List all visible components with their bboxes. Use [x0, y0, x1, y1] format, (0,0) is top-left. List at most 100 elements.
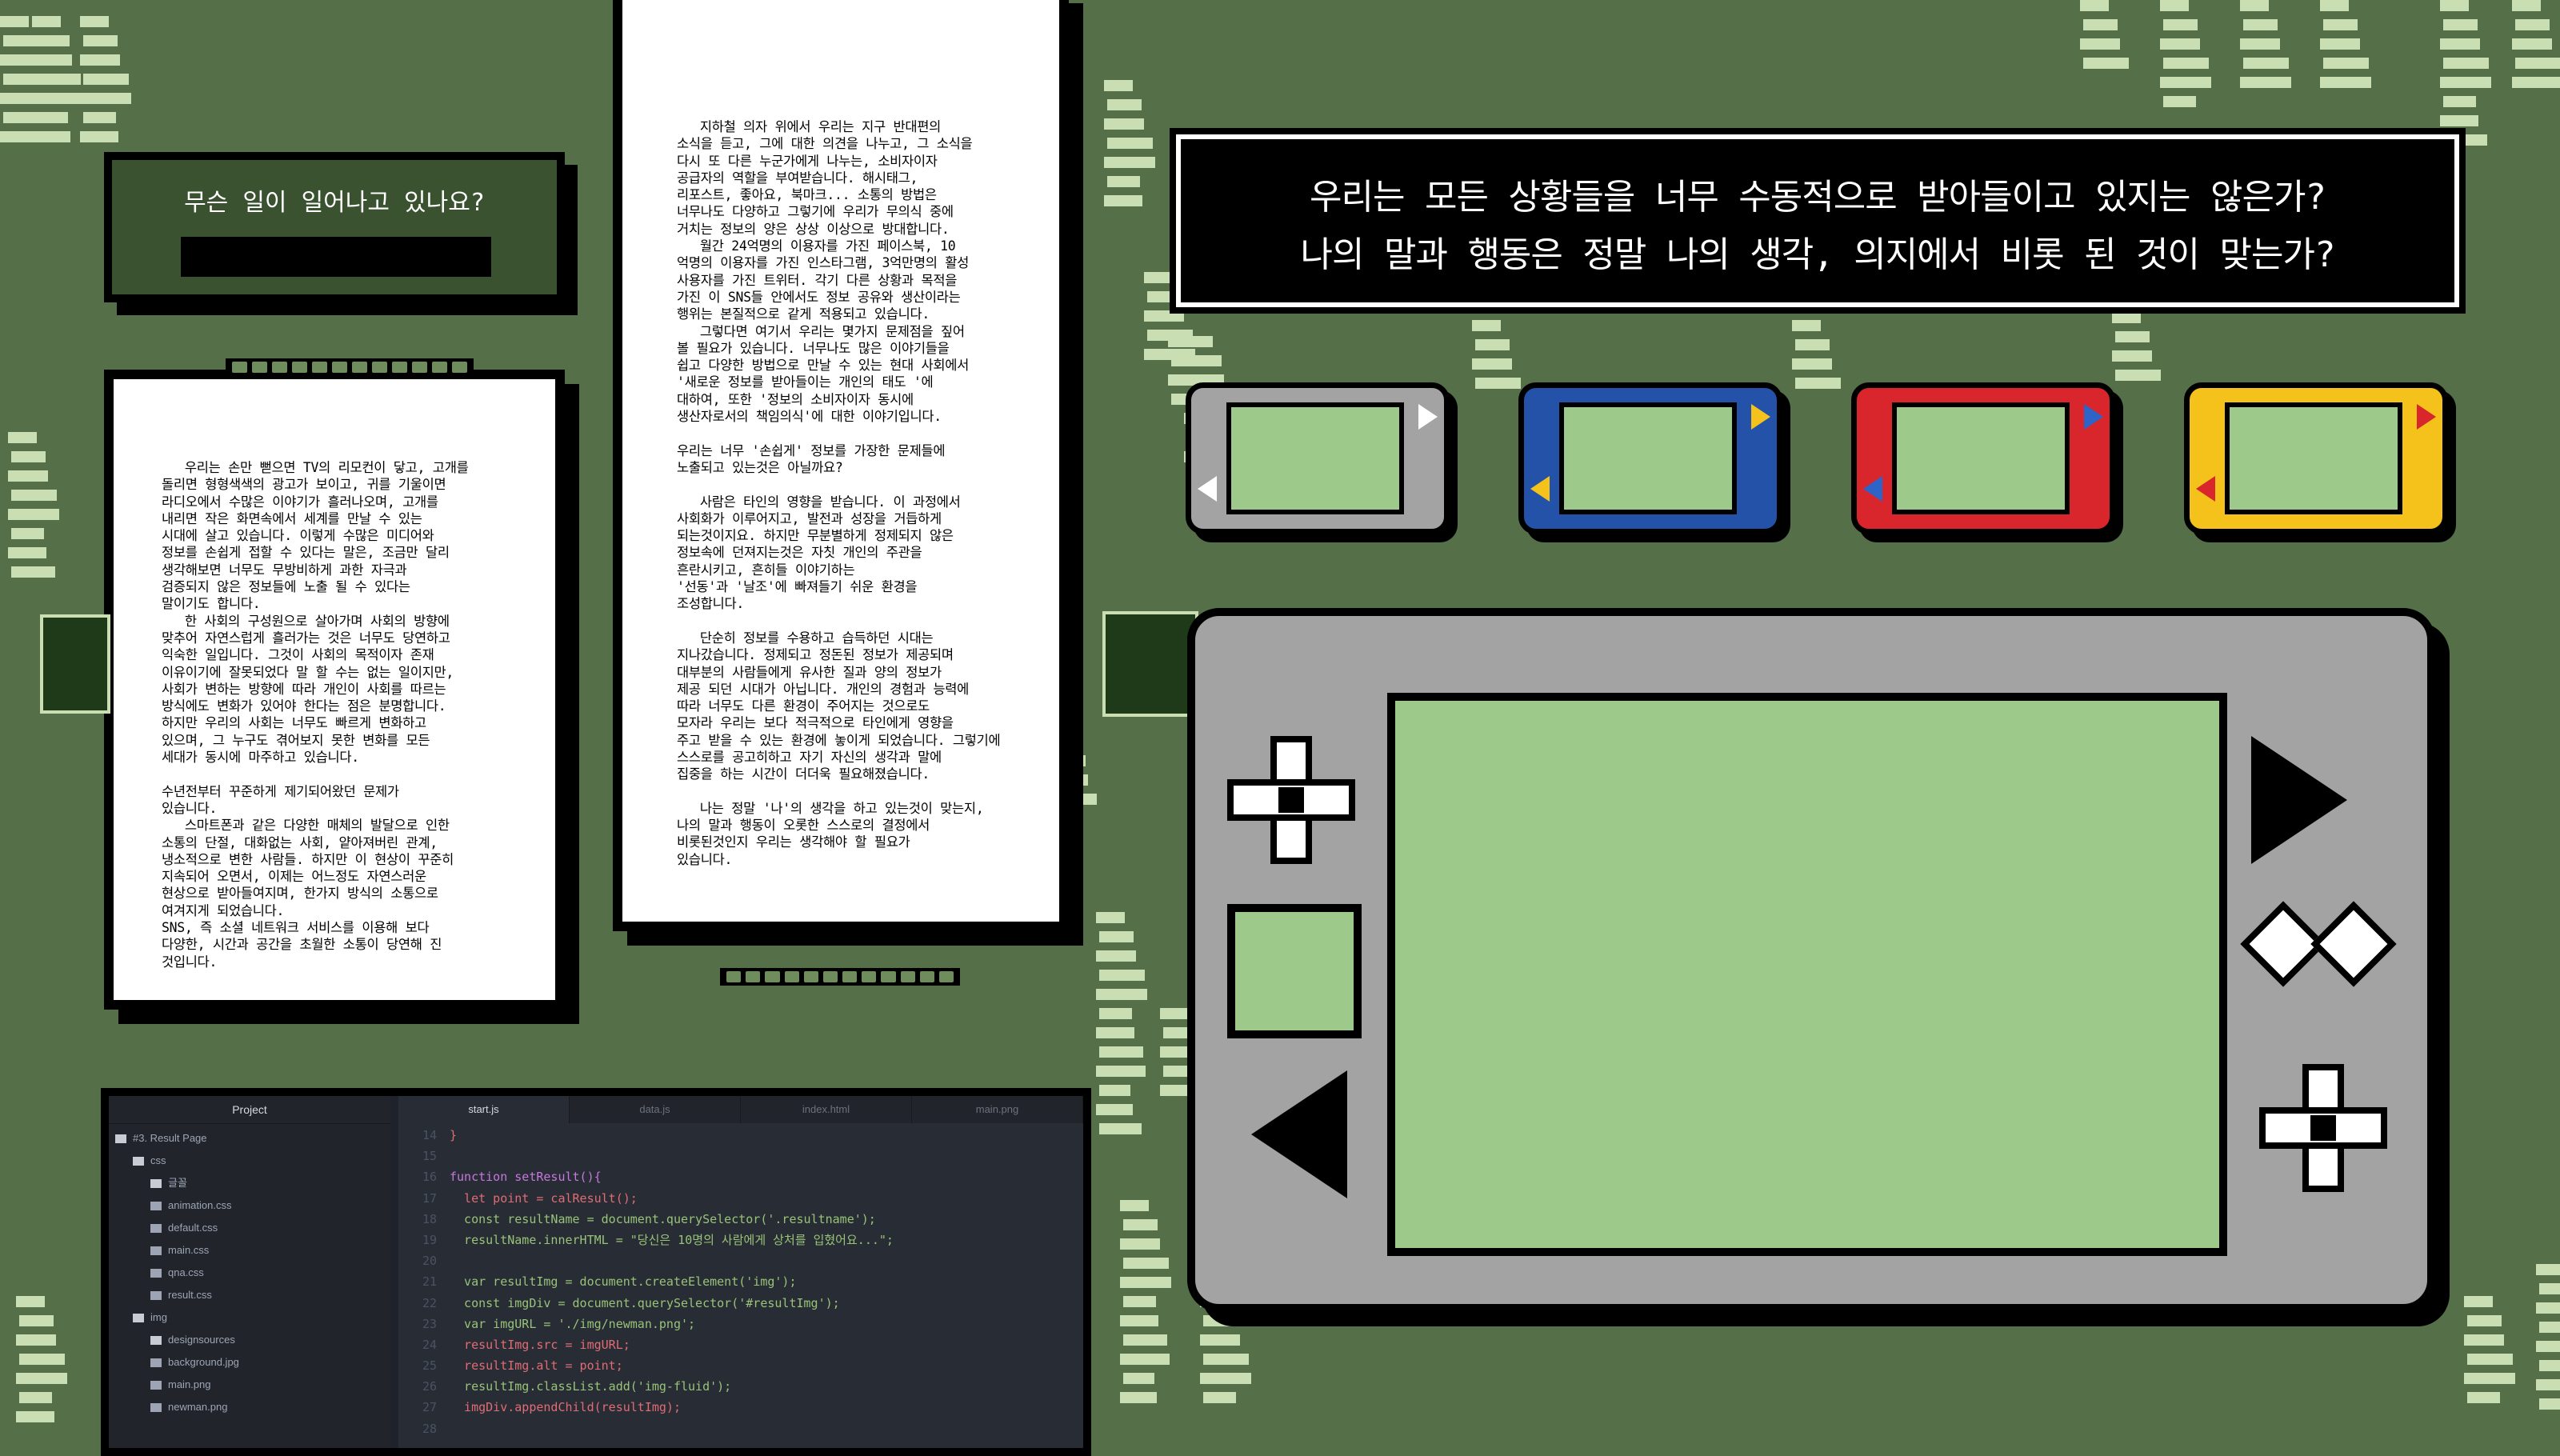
banner-line-2: 나의 말과 행동은 정말 나의 생각, 의지에서 비롯 된 것이 맞는가? — [1300, 234, 2336, 275]
tree-item[interactable]: result.css — [109, 1284, 390, 1306]
bg-bar — [2083, 19, 2118, 30]
tab-main-png[interactable]: main.png — [912, 1096, 1083, 1123]
tree-item[interactable]: qna.css — [109, 1262, 390, 1284]
file-icon — [150, 1358, 162, 1368]
line-number: 18 — [422, 1211, 437, 1226]
bg-bar — [1120, 1315, 1158, 1326]
tree-item[interactable]: #3. Result Page — [109, 1127, 390, 1150]
bg-bar — [1107, 99, 1142, 110]
bg-bar — [2443, 19, 2478, 30]
bg-bar — [8, 432, 37, 443]
tree-item[interactable]: animation.css — [109, 1194, 390, 1217]
bg-bar — [1795, 378, 1841, 389]
tree-item-label: img — [150, 1311, 167, 1323]
mini-console-blue[interactable] — [1518, 382, 1782, 534]
tree-item[interactable]: default.css — [109, 1217, 390, 1239]
tree-item[interactable]: css — [109, 1150, 390, 1172]
tree-item-label: css — [150, 1154, 166, 1166]
code-line: 23 var imgURL = './img/newman.png'; — [398, 1314, 1083, 1334]
tree-item[interactable]: img — [109, 1306, 390, 1329]
bg-bar — [1160, 1008, 1189, 1019]
code-text: let point = calResult(); — [450, 1190, 638, 1206]
bg-bar — [0, 131, 38, 142]
bg-bar — [1144, 310, 1184, 322]
mini-console-red[interactable] — [1851, 382, 2115, 534]
bg-bar — [2467, 1354, 2513, 1365]
bg-bar — [2536, 1341, 2560, 1352]
bg-bar — [2160, 0, 2189, 11]
tab-data-js[interactable]: data.js — [570, 1096, 741, 1123]
left-arrow-button[interactable] — [1251, 1070, 1347, 1198]
tree-item[interactable]: 글꼴 — [109, 1172, 390, 1194]
tree-item[interactable]: newman.png — [109, 1396, 390, 1418]
tree-item[interactable]: main.css — [109, 1239, 390, 1262]
bg-bar — [2467, 1392, 2500, 1403]
bg-bar — [83, 74, 129, 85]
bg-bar — [80, 54, 120, 66]
bg-bar — [2440, 0, 2469, 11]
code-editor-window: Project #3. Result Page css 글꼴 animation.cs… — [101, 1088, 1091, 1456]
tree-item[interactable]: background.jpg — [109, 1351, 390, 1374]
reflection-banner: 우리는 모든 상황들을 너무 수동적으로 받아들이고 있지는 않은가? 나의 말… — [1176, 134, 2459, 307]
bg-bar — [2536, 1264, 2560, 1275]
bg-bar — [80, 93, 131, 104]
game-console — [1187, 608, 2435, 1312]
bg-bar — [2539, 1283, 2560, 1294]
bg-bar — [2240, 77, 2291, 88]
bg-bar — [8, 470, 48, 482]
dpad-top[interactable] — [1227, 736, 1355, 864]
bg-bar — [1795, 339, 1830, 350]
bg-bar — [1096, 950, 1136, 962]
bg-bar — [2440, 77, 2491, 88]
line-number: 24 — [422, 1337, 437, 1352]
bg-bar — [1203, 1354, 1249, 1365]
bg-bar — [19, 1315, 54, 1326]
bg-bar — [2539, 1322, 2560, 1333]
dpad-bottom[interactable] — [2259, 1064, 2387, 1192]
question-title: 무슨 일이 일어나고 있나요? — [184, 189, 485, 217]
bg-bar — [2083, 58, 2129, 69]
bg-bar — [1123, 1296, 1156, 1307]
code-text: const resultName = document.querySelecto… — [450, 1211, 876, 1226]
bg-bar — [1792, 358, 1832, 370]
bg-bar — [1187, 355, 1222, 366]
bg-bar — [2243, 19, 2278, 30]
action-button-b[interactable] — [2310, 901, 2397, 987]
code-line: 25 resultImg.alt = point; — [398, 1355, 1083, 1376]
film-strip — [226, 358, 474, 376]
bg-bar — [2467, 1315, 2502, 1326]
tree-item-label: result.css — [168, 1289, 212, 1301]
tree-item[interactable]: main.png — [109, 1374, 390, 1396]
mini-console-gray[interactable] — [1186, 382, 1450, 534]
tree-item[interactable]: designsources — [109, 1329, 390, 1351]
bg-bar — [19, 1392, 52, 1403]
mini-console-yellow[interactable] — [2184, 382, 2448, 534]
bg-bar — [35, 74, 81, 85]
file-icon — [150, 1403, 162, 1413]
bg-bar — [1203, 1315, 1238, 1326]
mini-left-arrow-icon — [1863, 476, 1882, 502]
tab-index-html[interactable]: index.html — [741, 1096, 912, 1123]
editor-tabs: start.js data.js index.html main.png — [398, 1096, 1083, 1123]
bg-bar — [11, 451, 46, 462]
question-window: 무슨 일이 일어나고 있나요? — [104, 152, 565, 302]
line-number: 15 — [422, 1149, 437, 1164]
bg-bar — [1184, 336, 1213, 347]
glitch-block-right — [1102, 611, 1198, 717]
line-number: 27 — [422, 1400, 437, 1415]
bg-bar — [80, 131, 118, 142]
tab-start-js[interactable]: start.js — [398, 1096, 570, 1123]
bg-bar — [35, 112, 68, 123]
mini-right-arrow-icon — [2417, 404, 2436, 430]
code-line: 15 — [398, 1146, 1083, 1166]
line-number: 16 — [422, 1170, 437, 1185]
line-number: 21 — [422, 1274, 437, 1290]
mini-left-arrow-icon — [2196, 476, 2215, 502]
bg-bar — [1200, 1373, 1251, 1384]
right-arrow-button[interactable] — [2251, 736, 2347, 864]
bg-bar — [16, 1296, 45, 1307]
article-text-left: 우리는 손만 뻗으면 TV의 리모컨이 닿고, 고개를 돌리면 형형색색의 광고… — [162, 460, 469, 970]
bg-bar — [2160, 77, 2211, 88]
answer-input[interactable] — [181, 237, 491, 277]
bg-bar — [2163, 58, 2209, 69]
